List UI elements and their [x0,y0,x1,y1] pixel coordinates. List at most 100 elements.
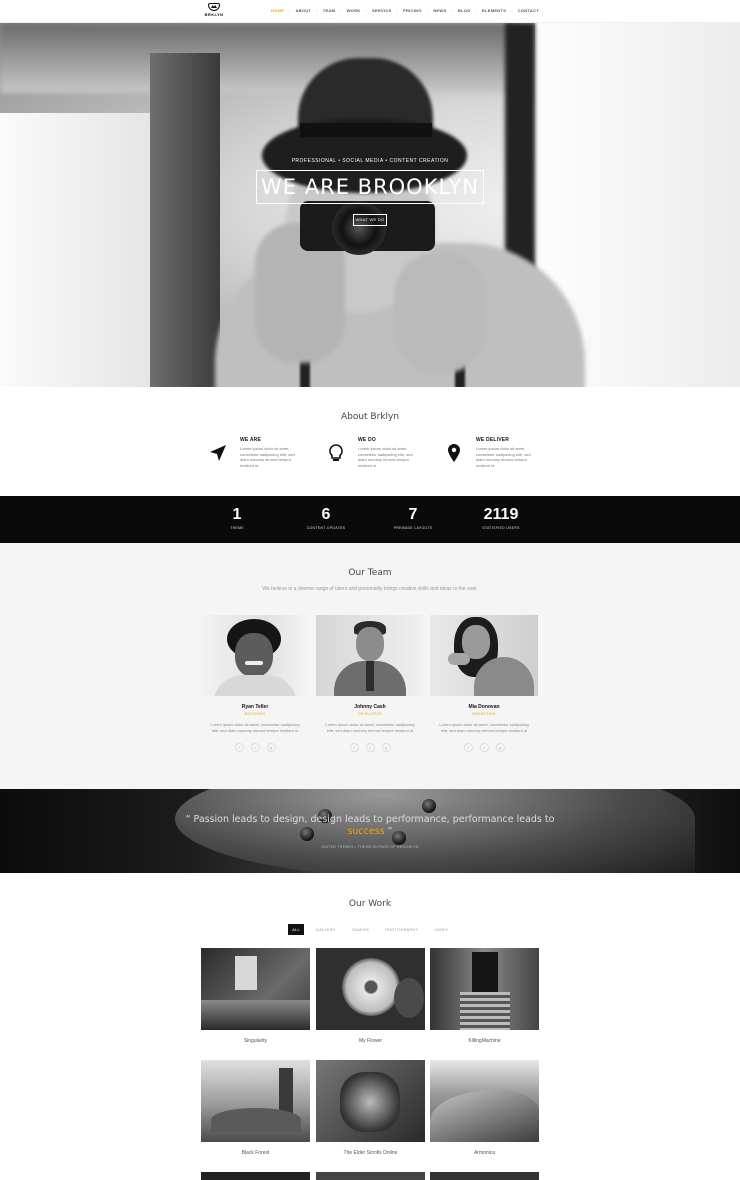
portfolio-caption: Singularity [243,1038,268,1044]
logo-text: BRKLYN [204,12,224,17]
member-photo [201,615,309,696]
member-bio: Lorem ipsum dolor sit amet, consetetur s… [210,722,300,733]
menu-item-blog[interactable]: BLOG [458,8,471,13]
member-name: Ryan Teller [241,704,269,710]
quote-line2: success ” [347,826,393,837]
main-menu: HOME / ABOUT / TEAM / WORK / SERVICE / PRICIN… [270,8,539,13]
menu-item-service[interactable]: SERVICE [372,8,392,13]
portfolio-tile[interactable] [316,1060,425,1142]
member-bio: Lorem ipsum dolor sit amet, consetetur s… [325,722,415,733]
menu-item-home[interactable]: HOME [271,8,284,13]
menu-item-team[interactable]: TEAM [323,8,336,13]
lightbulb-icon [329,444,343,461]
top-nav: BRKLYN HOME / ABOUT / TEAM / WORK / SERVICE /… [0,0,740,23]
stat-value: 7 [408,506,418,523]
work-section: Our Work ALL GALLERY GAMING PHOTOGRAPHY … [0,873,740,1180]
filter-gallery[interactable]: GALLERY [312,924,340,935]
portfolio-caption: Armonica [473,1150,496,1156]
facebook-icon[interactable]: f [234,743,244,752]
team-member-card: Mia Donovan MARKETING Lorem ipsum dolor … [430,615,538,752]
portfolio-tile[interactable] [201,1172,310,1180]
menu-item-contact[interactable]: CONTACT [518,8,539,13]
stat-label: CONTENT UPDATES [306,526,346,530]
portfolio-tile[interactable] [201,1060,310,1142]
hero-kicker: PROFESSIONAL • SOCIAL MEDIA • CONTENT CR… [291,158,449,164]
site-logo[interactable]: BRKLYN [200,3,228,20]
member-socials: f t g [316,743,424,752]
member-photo [316,615,424,696]
member-role: DESIGNER [244,712,266,716]
quote-accent: success [347,826,385,837]
team-title: Our Team [348,568,392,578]
google-plus-icon[interactable]: g [266,743,276,752]
what-we-do-button[interactable]: WHAT WE DO [353,214,387,226]
hero-photo-hand [395,253,485,373]
feature-text: Lorem ipsum dolor sit amet, consetetur s… [240,446,295,468]
twitter-icon[interactable]: t [250,743,260,752]
twitter-icon[interactable]: t [479,743,489,752]
member-socials: f t g [201,743,309,752]
menu-item-pricing[interactable]: PRICING [403,8,422,13]
feature-heading: WE DELIVER [476,437,510,443]
crown-shield-icon [208,3,220,11]
hero-section: PROFESSIONAL • SOCIAL MEDIA • CONTENT CR… [0,23,740,387]
portfolio-tile[interactable] [316,1172,425,1180]
portfolio-caption: Black Forest [241,1150,270,1156]
stat-label: PREMADE LAYOUTS [393,526,433,530]
member-name: Mia Donovan [468,704,500,710]
portfolio-tile[interactable] [430,1172,539,1180]
feature-heading: WE DO [358,437,376,443]
menu-item-elements[interactable]: ELEMENTS [482,8,506,13]
filter-video[interactable]: VIDEO [430,924,451,935]
stat-value: 6 [321,506,331,523]
member-photo [430,615,538,696]
member-role: MARKETING [472,712,496,716]
portfolio-tile[interactable] [430,1060,539,1142]
member-name: Johnny Cash [354,704,386,710]
work-title: Our Work [348,899,392,909]
twitter-icon[interactable]: t [365,743,375,752]
map-pin-icon [448,444,460,462]
team-section: Our Team We believe in a diverse range o… [0,543,740,789]
quote-text: “ Passion leads to design, design leads … [185,814,555,825]
team-subtitle: We believe in a diverse range of talent … [262,586,478,592]
menu-item-news[interactable]: NEWS [433,8,446,13]
portfolio-tile[interactable] [316,948,425,1030]
quote-section: “ Passion leads to design, design leads … [0,789,740,873]
filter-photography[interactable]: PHOTOGRAPHY [381,924,422,935]
menu-item-work[interactable]: WORK [347,8,361,13]
stat-value: 1 [232,506,242,523]
google-plus-icon[interactable]: g [495,743,505,752]
feature-text: Lorem ipsum dolor sit amet, consetetur s… [358,446,413,468]
stats-section: 1 THEME 6 CONTENT UPDATES 7 PREMADE LAYO… [0,496,740,543]
portfolio-caption: KillingMachine [468,1038,501,1044]
google-plus-icon[interactable]: g [381,743,391,752]
navigation-arrow-icon [210,445,226,461]
stat-label: STATISFIED USERS [482,526,520,530]
hero-bg-window [0,113,150,387]
feature-text: Lorem ipsum dolor sit amet, consetetur s… [476,446,531,468]
portfolio-tile[interactable] [201,948,310,1030]
facebook-icon[interactable]: f [349,743,359,752]
hero-bg-top [0,23,520,93]
stat-themes: 1 THEME [192,506,282,530]
stat-value: 2119 [483,506,519,523]
hero-content: PROFESSIONAL • SOCIAL MEDIA • CONTENT CR… [0,158,740,226]
hero-photo-hat-band [300,123,432,137]
portfolio-caption: My Flower [358,1038,383,1044]
member-socials: f t g [430,743,538,752]
member-bio: Lorem ipsum dolor sit amet, consetetur s… [439,722,529,733]
portfolio-caption: The Elder Scrolls Online [343,1150,398,1156]
menu-item-about[interactable]: ABOUT [296,8,312,13]
filter-all[interactable]: ALL [288,924,304,935]
member-role: DEVELOPER [357,712,383,716]
feature-heading: WE ARE [240,437,262,443]
team-member-card: Johnny Cash DEVELOPER Lorem ipsum dolor … [316,615,424,752]
quote-author: UNITED THEMES • THEME AUTHOR OF BROOKLYN [321,845,419,849]
portfolio-tile[interactable] [430,948,539,1030]
about-section: About Brklyn WE ARE Lorem ipsum dolor si… [0,387,740,496]
facebook-icon[interactable]: f [463,743,473,752]
hero-title: WE ARE BROOKLYN [261,175,479,199]
filter-gaming[interactable]: GAMING [348,924,373,935]
stat-premade-layouts: 7 PREMADE LAYOUTS [368,506,458,530]
